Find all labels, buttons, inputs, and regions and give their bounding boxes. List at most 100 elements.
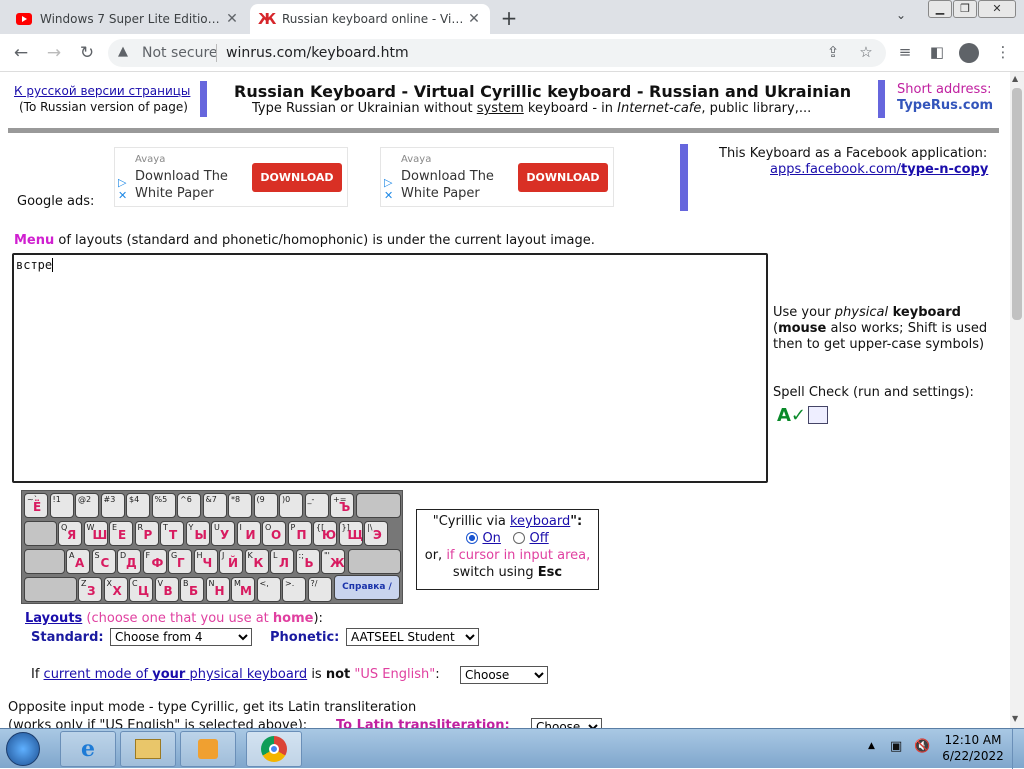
text-input-area[interactable]: встре (12, 253, 768, 483)
tab-youtube[interactable]: Windows 7 Super Lite Edition - O ✕ (8, 4, 248, 34)
keyboard-key[interactable]: UУ (211, 521, 235, 546)
help-key[interactable]: Справка / Help (334, 575, 400, 600)
enter-key[interactable] (348, 549, 401, 574)
warning-icon[interactable]: ▲ (118, 44, 128, 59)
keyboard-key[interactable]: @2 (75, 493, 99, 518)
close-tab-icon[interactable]: ✕ (224, 11, 240, 27)
keyboard-key[interactable]: HЧ (193, 549, 218, 574)
chrome-icon[interactable] (246, 731, 302, 767)
keyboard-key[interactable]: LЛ (270, 549, 294, 574)
caps-lock-key[interactable] (24, 549, 65, 574)
ad-banner-2[interactable]: Avaya Download The White Paper DOWNLOAD ▷… (380, 147, 614, 207)
keyboard-key[interactable]: KК (244, 549, 269, 574)
restore-button[interactable]: ❐ (953, 0, 977, 18)
facebook-app-link[interactable]: apps.facebook.com/type-n-copy (770, 162, 988, 177)
keyboard-key[interactable]: FФ (142, 549, 167, 574)
backspace-key[interactable] (356, 493, 401, 518)
keyboard-key[interactable]: (9 (253, 493, 278, 518)
keyboard-mode-select[interactable]: Choose (460, 666, 548, 684)
keyboard-key[interactable]: BБ (180, 577, 204, 602)
scroll-up-icon[interactable]: ▲ (1012, 74, 1018, 83)
keyboard-key[interactable]: RР (134, 521, 159, 546)
scroll-down-icon[interactable]: ▼ (1012, 714, 1018, 723)
tab-key[interactable] (24, 521, 57, 546)
keyboard-key[interactable]: MМ (231, 577, 255, 602)
keyboard-key[interactable]: $4 (126, 493, 150, 518)
back-button[interactable]: ← (9, 42, 33, 64)
clock[interactable]: 12:10 AM 6/22/2022 (940, 732, 1006, 764)
keyboard-key[interactable]: "' Ж (321, 549, 345, 574)
spell-settings-icon[interactable] (808, 406, 828, 424)
bookmark-star-icon[interactable]: ☆ (855, 43, 877, 63)
volume-muted-icon[interactable]: 🔇 (914, 739, 930, 754)
ad-choices-icon[interactable]: ▷ ✕ (384, 176, 393, 202)
scrollbar-thumb[interactable] (1012, 88, 1022, 320)
tab-russian-keyboard[interactable]: Ж Russian keyboard online - Virtual ✕ (250, 4, 490, 34)
keyboard-key[interactable]: TТ (160, 521, 184, 546)
short-address-link[interactable]: TypeRus.com (897, 98, 993, 113)
side-panel-icon[interactable]: ◧ (926, 43, 948, 63)
security-label[interactable]: Not secure (142, 45, 218, 61)
share-icon[interactable]: ⇪ (822, 43, 844, 63)
keyboard-key[interactable]: ^6 (177, 493, 201, 518)
keyboard-key[interactable]: EЕ (109, 521, 133, 546)
keyboard-key[interactable]: JЙ (219, 549, 243, 574)
keyboard-key[interactable]: OО (262, 521, 286, 546)
keyboard-key[interactable]: IИ (236, 521, 261, 546)
keyboard-key[interactable]: ZЗ (78, 577, 102, 602)
reload-button[interactable]: ↻ (75, 42, 99, 64)
start-button[interactable] (6, 732, 40, 766)
keyboard-link[interactable]: keyboard (510, 514, 570, 529)
keyboard-key[interactable]: AА (66, 549, 90, 574)
address-bar[interactable] (108, 39, 886, 67)
keyboard-key[interactable]: PП (287, 521, 312, 546)
keyboard-key[interactable]: VВ (154, 577, 179, 602)
file-explorer-icon[interactable] (120, 731, 176, 767)
keyboard-key[interactable]: NН (205, 577, 230, 602)
keyboard-key[interactable]: WШ (83, 521, 108, 546)
spell-check-icon[interactable]: A✓ (777, 405, 806, 426)
media-player-icon[interactable] (180, 731, 236, 767)
keyboard-key[interactable]: !1 (49, 493, 74, 518)
keyboard-key[interactable]: *8 (228, 493, 252, 518)
radio-on[interactable]: On (466, 531, 501, 546)
internet-explorer-icon[interactable]: e (60, 731, 116, 767)
keyboard-key[interactable]: CЦ (129, 577, 153, 602)
keyboard-key[interactable]: {[Ю (313, 521, 337, 546)
keyboard-key[interactable]: &7 (202, 493, 227, 518)
phonetic-layout-select[interactable]: AATSEEL Student (346, 628, 479, 646)
close-window-button[interactable]: ✕ (978, 0, 1016, 18)
keyboard-key[interactable]: %5 (151, 493, 176, 518)
standard-layout-select[interactable]: Choose from 4 (110, 628, 252, 646)
transliteration-select[interactable]: Choose (531, 718, 602, 728)
keyboard-key[interactable]: <, (256, 577, 281, 602)
keyboard-key[interactable]: += Ъ (330, 493, 354, 518)
keyboard-key[interactable]: )0 (279, 493, 303, 518)
show-desktop-button[interactable] (1012, 729, 1024, 769)
radio-off[interactable]: Off (513, 531, 549, 546)
ad-banner-1[interactable]: Avaya Download The White Paper DOWNLOAD ▷… (114, 147, 348, 207)
tab-search-icon[interactable]: ⌄ (896, 8, 906, 22)
ad-download-button[interactable]: DOWNLOAD (252, 163, 342, 192)
keyboard-key[interactable]: }] Щ (338, 521, 363, 546)
russian-version-link[interactable]: К русской версии страницы (14, 84, 190, 98)
close-tab-icon[interactable]: ✕ (466, 11, 482, 27)
show-hidden-icons[interactable]: ▲ (868, 741, 875, 751)
ad-download-button[interactable]: DOWNLOAD (518, 163, 608, 192)
keyboard-mode-link[interactable]: current mode of your physical keyboard (44, 667, 308, 682)
keyboard-key[interactable]: :; Ь (295, 549, 320, 574)
menu-kebab-icon[interactable]: ⋮ (992, 43, 1014, 63)
keyboard-key[interactable]: _- (304, 493, 329, 518)
forward-button[interactable]: → (42, 42, 66, 64)
minimize-button[interactable]: ▁ (928, 0, 952, 18)
keyboard-key[interactable]: >. (282, 577, 306, 602)
keyboard-key[interactable]: #3 (100, 493, 125, 518)
keyboard-key[interactable]: SС (91, 549, 116, 574)
keyboard-key[interactable]: ?/ (307, 577, 332, 602)
left-shift-key[interactable] (24, 577, 77, 602)
keyboard-key[interactable]: QЯ (58, 521, 82, 546)
new-tab-button[interactable]: + (498, 6, 520, 30)
ad-choices-icon[interactable]: ▷ ✕ (118, 176, 127, 202)
keyboard-key[interactable]: |\ Э (364, 521, 388, 546)
keyboard-key[interactable]: GГ (168, 549, 192, 574)
